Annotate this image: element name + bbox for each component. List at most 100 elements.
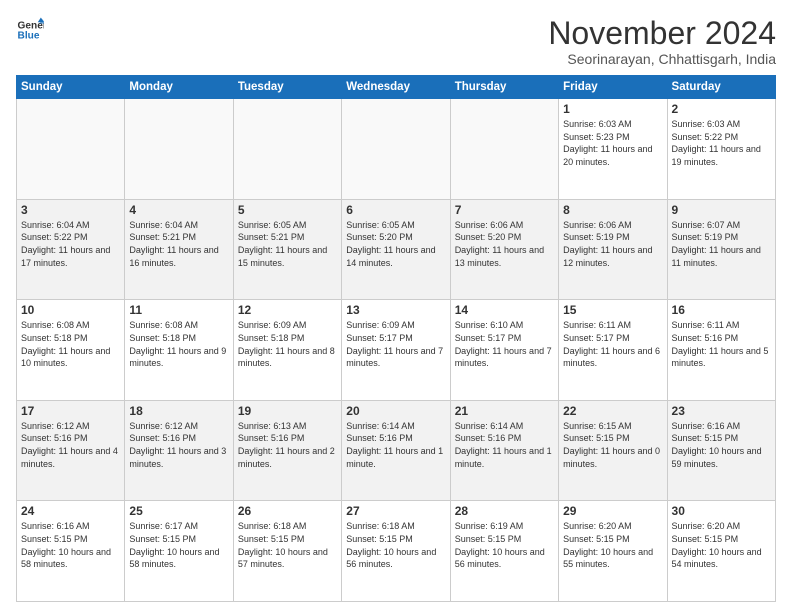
day-number: 9: [672, 203, 771, 217]
calendar-cell: 6 Sunrise: 6:05 AM Sunset: 5:20 PM Daylig…: [342, 199, 450, 300]
calendar-cell: 21 Sunrise: 6:14 AM Sunset: 5:16 PM Dayli…: [450, 400, 558, 501]
calendar-cell: 30Sunrise: 6:20 AM Sunset: 5:15 PM Dayli…: [667, 501, 775, 602]
day-number: 15: [563, 303, 662, 317]
day-number: 2: [672, 102, 771, 116]
day-info: Sunrise: 6:18 AM Sunset: 5:15 PM Dayligh…: [346, 520, 445, 570]
day-number: 8: [563, 203, 662, 217]
day-number: 13: [346, 303, 445, 317]
calendar-cell: 1 Sunrise: 6:03 AM Sunset: 5:23 PM Daylig…: [559, 99, 667, 200]
calendar-cell: 28 Sunrise: 6:19 AM Sunset: 5:15 PM Dayli…: [450, 501, 558, 602]
day-number: 19: [238, 404, 337, 418]
day-number: 10: [21, 303, 120, 317]
day-info: Sunrise: 6:07 AM Sunset: 5:19 PM Dayligh…: [672, 219, 771, 269]
calendar-cell: 20 Sunrise: 6:14 AM Sunset: 5:16 PM Dayli…: [342, 400, 450, 501]
calendar-cell: 15 Sunrise: 6:11 AM Sunset: 5:17 PM Dayli…: [559, 300, 667, 401]
calendar-cell: 2Sunrise: 6:03 AM Sunset: 5:22 PM Daylig…: [667, 99, 775, 200]
day-info: Sunrise: 6:05 AM Sunset: 5:21 PM Dayligh…: [238, 219, 337, 269]
week-row-2: 3 Sunrise: 6:04 AM Sunset: 5:22 PM Daylig…: [17, 199, 776, 300]
day-number: 28: [455, 504, 554, 518]
calendar-cell: 8 Sunrise: 6:06 AM Sunset: 5:19 PM Daylig…: [559, 199, 667, 300]
day-info: Sunrise: 6:11 AM Sunset: 5:16 PM Dayligh…: [672, 319, 771, 369]
day-number: 3: [21, 203, 120, 217]
calendar-cell: 22 Sunrise: 6:15 AM Sunset: 5:15 PM Dayli…: [559, 400, 667, 501]
calendar-cell: 13 Sunrise: 6:09 AM Sunset: 5:17 PM Dayli…: [342, 300, 450, 401]
subtitle: Seorinarayan, Chhattisgarh, India: [548, 51, 776, 67]
day-info: Sunrise: 6:04 AM Sunset: 5:22 PM Dayligh…: [21, 219, 120, 269]
calendar-cell: 26Sunrise: 6:18 AM Sunset: 5:15 PM Dayli…: [233, 501, 341, 602]
day-info: Sunrise: 6:06 AM Sunset: 5:20 PM Dayligh…: [455, 219, 554, 269]
day-info: Sunrise: 6:10 AM Sunset: 5:17 PM Dayligh…: [455, 319, 554, 369]
day-number: 7: [455, 203, 554, 217]
svg-text:Blue: Blue: [18, 31, 40, 42]
day-info: Sunrise: 6:17 AM Sunset: 5:15 PM Dayligh…: [129, 520, 228, 570]
calendar-cell: 24Sunrise: 6:16 AM Sunset: 5:15 PM Dayli…: [17, 501, 125, 602]
calendar-cell: 5Sunrise: 6:05 AM Sunset: 5:21 PM Daylig…: [233, 199, 341, 300]
day-info: Sunrise: 6:18 AM Sunset: 5:15 PM Dayligh…: [238, 520, 337, 570]
day-number: 14: [455, 303, 554, 317]
calendar: SundayMondayTuesdayWednesdayThursdayFrid…: [16, 75, 776, 602]
day-info: Sunrise: 6:08 AM Sunset: 5:18 PM Dayligh…: [21, 319, 120, 369]
weekday-monday: Monday: [125, 76, 233, 99]
calendar-cell: [233, 99, 341, 200]
week-row-4: 17 Sunrise: 6:12 AM Sunset: 5:16 PM Dayli…: [17, 400, 776, 501]
day-info: Sunrise: 6:04 AM Sunset: 5:21 PM Dayligh…: [129, 219, 228, 269]
day-number: 16: [672, 303, 771, 317]
weekday-thursday: Thursday: [450, 76, 558, 99]
day-number: 22: [563, 404, 662, 418]
page: General Blue November 2024 Seorinarayan,…: [0, 0, 792, 612]
day-number: 11: [129, 303, 228, 317]
day-info: Sunrise: 6:15 AM Sunset: 5:15 PM Dayligh…: [563, 420, 662, 470]
calendar-cell: 23Sunrise: 6:16 AM Sunset: 5:15 PM Dayli…: [667, 400, 775, 501]
calendar-cell: 10 Sunrise: 6:08 AM Sunset: 5:18 PM Dayli…: [17, 300, 125, 401]
logo-icon: General Blue: [16, 16, 44, 44]
day-info: Sunrise: 6:03 AM Sunset: 5:23 PM Dayligh…: [563, 118, 662, 168]
day-info: Sunrise: 6:14 AM Sunset: 5:16 PM Dayligh…: [346, 420, 445, 470]
day-info: Sunrise: 6:09 AM Sunset: 5:17 PM Dayligh…: [346, 319, 445, 369]
month-title: November 2024: [548, 16, 776, 51]
day-number: 21: [455, 404, 554, 418]
day-number: 17: [21, 404, 120, 418]
calendar-cell: [125, 99, 233, 200]
day-number: 6: [346, 203, 445, 217]
day-info: Sunrise: 6:12 AM Sunset: 5:16 PM Dayligh…: [21, 420, 120, 470]
calendar-cell: 11Sunrise: 6:08 AM Sunset: 5:18 PM Dayli…: [125, 300, 233, 401]
calendar-cell: 25Sunrise: 6:17 AM Sunset: 5:15 PM Dayli…: [125, 501, 233, 602]
title-section: November 2024 Seorinarayan, Chhattisgarh…: [548, 16, 776, 67]
day-number: 1: [563, 102, 662, 116]
day-number: 29: [563, 504, 662, 518]
calendar-cell: 14 Sunrise: 6:10 AM Sunset: 5:17 PM Dayli…: [450, 300, 558, 401]
day-number: 4: [129, 203, 228, 217]
day-info: Sunrise: 6:14 AM Sunset: 5:16 PM Dayligh…: [455, 420, 554, 470]
calendar-cell: 19 Sunrise: 6:13 AM Sunset: 5:16 PM Dayli…: [233, 400, 341, 501]
day-number: 27: [346, 504, 445, 518]
day-info: Sunrise: 6:16 AM Sunset: 5:15 PM Dayligh…: [21, 520, 120, 570]
day-info: Sunrise: 6:19 AM Sunset: 5:15 PM Dayligh…: [455, 520, 554, 570]
day-info: Sunrise: 6:05 AM Sunset: 5:20 PM Dayligh…: [346, 219, 445, 269]
calendar-cell: 27 Sunrise: 6:18 AM Sunset: 5:15 PM Dayli…: [342, 501, 450, 602]
calendar-cell: 18Sunrise: 6:12 AM Sunset: 5:16 PM Dayli…: [125, 400, 233, 501]
week-row-3: 10 Sunrise: 6:08 AM Sunset: 5:18 PM Dayli…: [17, 300, 776, 401]
calendar-cell: [450, 99, 558, 200]
week-row-5: 24Sunrise: 6:16 AM Sunset: 5:15 PM Dayli…: [17, 501, 776, 602]
weekday-wednesday: Wednesday: [342, 76, 450, 99]
weekday-tuesday: Tuesday: [233, 76, 341, 99]
day-number: 20: [346, 404, 445, 418]
day-info: Sunrise: 6:11 AM Sunset: 5:17 PM Dayligh…: [563, 319, 662, 369]
weekday-saturday: Saturday: [667, 76, 775, 99]
calendar-cell: 9 Sunrise: 6:07 AM Sunset: 5:19 PM Daylig…: [667, 199, 775, 300]
calendar-cell: 16 Sunrise: 6:11 AM Sunset: 5:16 PM Dayli…: [667, 300, 775, 401]
day-info: Sunrise: 6:20 AM Sunset: 5:15 PM Dayligh…: [563, 520, 662, 570]
calendar-cell: 4 Sunrise: 6:04 AM Sunset: 5:21 PM Daylig…: [125, 199, 233, 300]
calendar-cell: 29 Sunrise: 6:20 AM Sunset: 5:15 PM Dayli…: [559, 501, 667, 602]
day-number: 30: [672, 504, 771, 518]
calendar-cell: 17 Sunrise: 6:12 AM Sunset: 5:16 PM Dayli…: [17, 400, 125, 501]
calendar-cell: 3 Sunrise: 6:04 AM Sunset: 5:22 PM Daylig…: [17, 199, 125, 300]
day-info: Sunrise: 6:13 AM Sunset: 5:16 PM Dayligh…: [238, 420, 337, 470]
day-number: 23: [672, 404, 771, 418]
calendar-cell: [17, 99, 125, 200]
weekday-header-row: SundayMondayTuesdayWednesdayThursdayFrid…: [17, 76, 776, 99]
logo: General Blue: [16, 16, 44, 44]
day-info: Sunrise: 6:12 AM Sunset: 5:16 PM Dayligh…: [129, 420, 228, 470]
day-info: Sunrise: 6:06 AM Sunset: 5:19 PM Dayligh…: [563, 219, 662, 269]
header: General Blue November 2024 Seorinarayan,…: [16, 16, 776, 67]
